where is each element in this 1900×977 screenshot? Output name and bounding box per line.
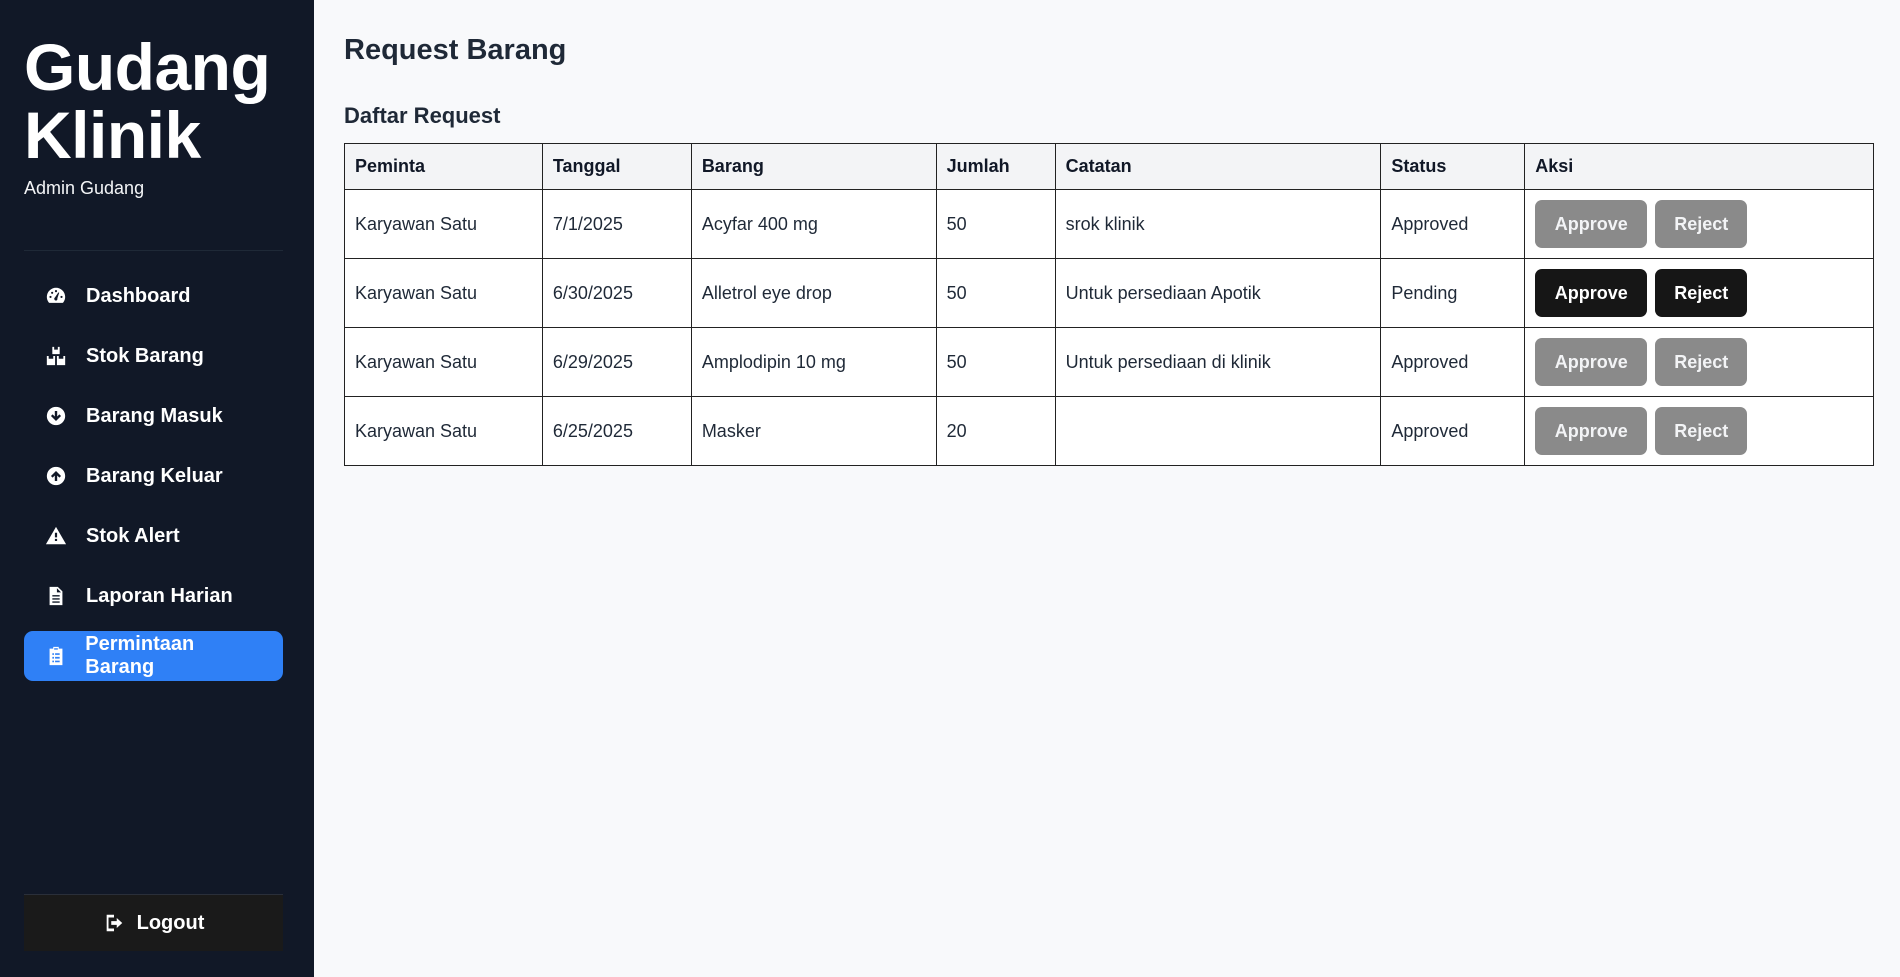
cell-aksi: Approve Reject [1524, 327, 1874, 397]
cell-peminta: Karyawan Satu [344, 258, 543, 328]
cell-catatan [1054, 396, 1382, 466]
clipboard-list-icon [44, 644, 67, 668]
cell-jumlah: 50 [935, 258, 1056, 328]
approve-button[interactable]: Approve [1535, 407, 1648, 455]
sidebar-item-stok-barang[interactable]: Stok Barang [24, 331, 283, 381]
reject-button[interactable]: Reject [1655, 200, 1748, 248]
logout-button[interactable]: Logout [24, 895, 283, 951]
sidebar-item-barang-keluar[interactable]: Barang Keluar [24, 451, 283, 501]
boxes-icon [44, 344, 68, 368]
cell-catatan: Untuk persediaan Apotik [1054, 258, 1382, 328]
cell-barang: Masker [690, 396, 937, 466]
sidebar-item-dashboard[interactable]: Dashboard [24, 271, 283, 321]
cell-barang: Alletrol eye drop [690, 258, 937, 328]
approve-button[interactable]: Approve [1535, 269, 1648, 317]
sidebar-item-laporan-harian[interactable]: Laporan Harian [24, 571, 283, 621]
table-header-row: Peminta Tanggal Barang Jumlah Catatan St… [344, 143, 1874, 190]
sidebar-nav: Dashboard Stok Barang Barang Masuk Baran… [24, 271, 283, 681]
cell-aksi: Approve Reject [1524, 396, 1874, 466]
arrow-up-circle-icon [44, 464, 68, 488]
cell-status: Approved [1380, 396, 1526, 466]
approve-button[interactable]: Approve [1535, 338, 1648, 386]
cell-tanggal: 6/30/2025 [541, 258, 692, 328]
cell-catatan: srok klinik [1054, 189, 1382, 259]
cell-barang: Acyfar 400 mg [690, 189, 937, 259]
column-header-jumlah: Jumlah [935, 143, 1056, 190]
cell-aksi: Approve Reject [1524, 258, 1874, 328]
logout-icon [106, 914, 122, 932]
sidebar-divider [24, 250, 283, 251]
sidebar: Gudang Klinik Admin Gudang Dashboard Sto… [0, 0, 314, 977]
column-header-aksi: Aksi [1524, 143, 1874, 190]
reject-button[interactable]: Reject [1655, 269, 1748, 317]
cell-tanggal: 7/1/2025 [541, 189, 692, 259]
sidebar-item-label: Permintaan Barang [85, 633, 195, 678]
cell-jumlah: 50 [935, 327, 1056, 397]
cell-barang: Amplodipin 10 mg [690, 327, 937, 397]
column-header-tanggal: Tanggal [541, 143, 692, 190]
cell-tanggal: 6/25/2025 [541, 396, 692, 466]
cell-jumlah: 50 [935, 189, 1056, 259]
cell-peminta: Karyawan Satu [344, 189, 543, 259]
sidebar-item-label: Barang Masuk [86, 404, 223, 427]
sidebar-item-label: Stok Alert [86, 524, 180, 547]
section-title: Daftar Request [344, 103, 501, 128]
cell-peminta: Karyawan Satu [344, 327, 543, 397]
table-row: Karyawan Satu 6/29/2025 Amplodipin 10 mg… [344, 327, 1874, 397]
sidebar-item-label: Laporan Harian [86, 584, 233, 607]
column-header-catatan: Catatan [1054, 143, 1382, 190]
cell-jumlah: 20 [935, 396, 1056, 466]
cell-catatan: Untuk persediaan di klinik [1054, 327, 1382, 397]
cell-tanggal: 6/29/2025 [541, 327, 692, 397]
approve-button[interactable]: Approve [1535, 200, 1648, 248]
cell-status: Approved [1380, 189, 1526, 259]
sidebar-item-label: Dashboard [86, 284, 191, 307]
column-header-peminta: Peminta [344, 143, 543, 190]
brand: Gudang Klinik Admin Gudang [24, 0, 283, 199]
request-table: Peminta Tanggal Barang Jumlah Catatan St… [344, 143, 1874, 466]
brand-title-line2: Klinik [24, 98, 201, 172]
sidebar-item-permintaan-barang[interactable]: Permintaan Barang [24, 631, 283, 681]
brand-title: Gudang Klinik [24, 33, 283, 169]
sidebar-item-label: Barang Keluar [86, 464, 223, 487]
table-row: Karyawan Satu 7/1/2025 Acyfar 400 mg 50 … [344, 189, 1874, 259]
cell-status: Pending [1380, 258, 1526, 328]
table-row: Karyawan Satu 6/30/2025 Alletrol eye dro… [344, 258, 1874, 328]
column-header-status: Status [1380, 143, 1526, 190]
arrow-down-circle-icon [44, 404, 68, 428]
column-header-barang: Barang [690, 143, 937, 190]
brand-title-line1: Gudang [24, 30, 271, 104]
cell-status: Approved [1380, 327, 1526, 397]
reject-button[interactable]: Reject [1655, 338, 1748, 386]
warning-icon [44, 524, 68, 548]
sidebar-item-barang-masuk[interactable]: Barang Masuk [24, 391, 283, 441]
reject-button[interactable]: Reject [1655, 407, 1748, 455]
table-row: Karyawan Satu 6/25/2025 Masker 20 Approv… [344, 396, 1874, 466]
sidebar-item-label: Stok Barang [86, 344, 204, 367]
cell-aksi: Approve Reject [1524, 189, 1874, 259]
main-content: Request Barang Daftar Request Peminta Ta… [314, 0, 1900, 977]
gauge-icon [44, 284, 68, 308]
page-title: Request Barang [344, 34, 567, 66]
file-icon [44, 584, 68, 608]
logout-label: Logout [136, 911, 205, 934]
cell-peminta: Karyawan Satu [344, 396, 543, 466]
logout-section: Logout [24, 894, 283, 951]
sidebar-item-stok-alert[interactable]: Stok Alert [24, 511, 283, 561]
brand-subtitle: Admin Gudang [24, 178, 145, 198]
